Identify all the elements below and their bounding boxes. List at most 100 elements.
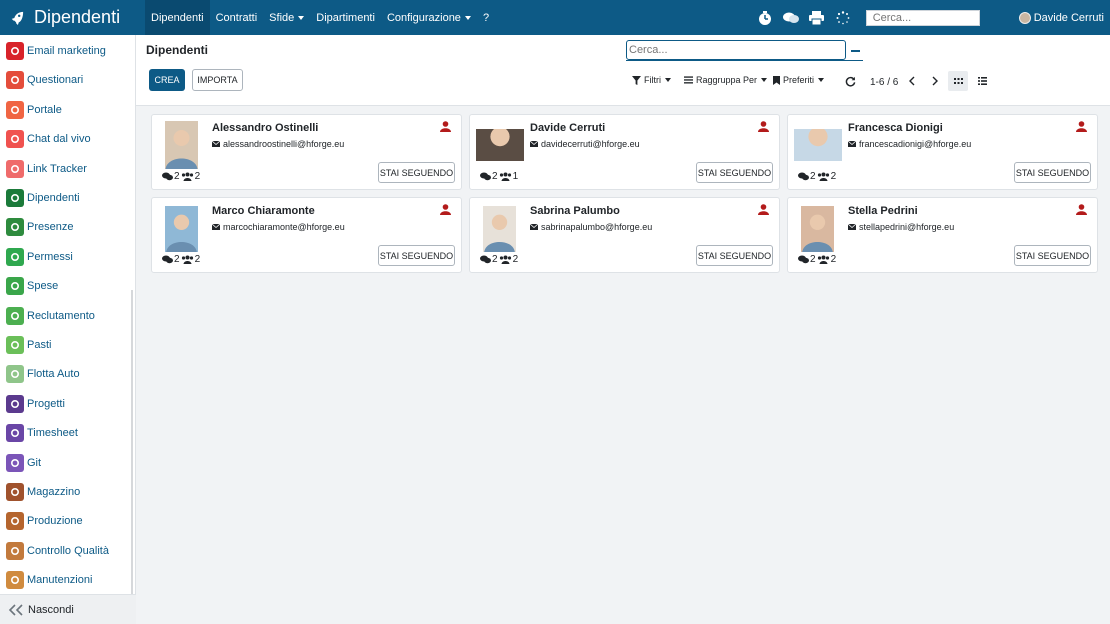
import-button[interactable]: IMPORTA [192, 69, 243, 91]
print-icon[interactable] [806, 0, 828, 35]
menu-dipendenti[interactable]: Dipendenti [145, 0, 210, 35]
followers-count: 2 [492, 254, 498, 265]
employee-card[interactable]: Stella Pedrini stellapedrini@hforge.eu STA… [787, 197, 1098, 273]
filters-dropdown[interactable]: Filtri [632, 75, 671, 85]
sidebar-item[interactable]: Dipendenti [0, 184, 133, 212]
pager-value[interactable]: 1-6 / 6 [870, 77, 898, 88]
caret-down-icon [818, 78, 825, 82]
following-button[interactable]: STAI SEGUENDO [378, 162, 455, 183]
top-search-input[interactable] [865, 9, 980, 26]
main-menu: Dipendenti Contratti Sfide Dipartimenti … [145, 0, 495, 35]
menu-sfide[interactable]: Sfide [263, 0, 310, 35]
menu-dipartimenti[interactable]: Dipartimenti [310, 0, 381, 35]
sidebar-item-label: Manutenzioni [27, 574, 93, 587]
sidebar-item-label: Reclutamento [27, 309, 95, 322]
sidebar-item-label: Dipendenti [27, 192, 80, 204]
chevron-right-icon [932, 76, 938, 86]
employee-name: Alessandro Ostinelli [212, 122, 319, 134]
pager-next-button[interactable] [925, 71, 945, 91]
search-collapse-icon[interactable] [851, 50, 860, 52]
car-icon [6, 365, 24, 384]
user-presence-icon [440, 121, 451, 132]
sidebar-item-label: Presenze [27, 221, 74, 234]
sidebar-item[interactable]: Timesheet [0, 419, 133, 447]
caret-down-icon [761, 78, 768, 82]
following-button[interactable]: STAI SEGUENDO [696, 162, 773, 183]
cutlery-icon [6, 336, 24, 354]
comments-icon [480, 255, 491, 264]
sidebar-item[interactable]: Controllo Qualità [0, 537, 133, 565]
employee-card[interactable]: Marco Chiaramonte marcochiaramonte@hforge… [151, 197, 462, 273]
pager-previous-button[interactable] [902, 71, 922, 91]
cube-icon [6, 483, 24, 501]
sidebar-item-label: Spese [27, 280, 59, 293]
sidebar-item[interactable]: Portale [0, 96, 133, 124]
user-menu[interactable]: Davide Cerruti [1018, 11, 1104, 24]
paper-plane-icon [6, 42, 24, 60]
sidebar-item-label: Magazzino [27, 486, 81, 498]
followers-count: 2 [810, 254, 816, 265]
user-presence-icon [758, 121, 769, 132]
wrench-icon [6, 512, 24, 531]
app-switcher[interactable]: Dipendenti [0, 0, 145, 35]
kanban-view-button[interactable] [948, 71, 968, 91]
sidebar-scrollbar[interactable] [131, 290, 133, 595]
sidebar-item[interactable]: Magazzino [0, 478, 133, 506]
sidebar-item-label: Produzione [27, 515, 83, 528]
employee-stats: 22 [798, 171, 837, 182]
user-presence-icon [1076, 121, 1087, 132]
employee-card[interactable]: Davide Cerruti davidecerruti@hforge.eu STA… [469, 114, 780, 190]
sidebar-item[interactable]: Manutenzioni [0, 566, 133, 594]
employee-email-row: sabrinapalumbo@hforge.eu [530, 222, 652, 232]
sidebar-item[interactable]: Pasti [0, 331, 133, 359]
sidebar-item[interactable]: Progetti [0, 390, 133, 418]
employee-card[interactable]: Alessandro Ostinelli alessandroostinelli@… [151, 114, 462, 190]
menu-contratti[interactable]: Contratti [210, 0, 264, 35]
employee-card[interactable]: Sabrina Palumbo sabrinapalumbo@hforge.eu S… [469, 197, 780, 273]
groupby-dropdown[interactable]: Raggruppa Per [684, 75, 768, 85]
sidebar-item[interactable]: Flotta Auto [0, 360, 133, 388]
team-icon [181, 172, 193, 181]
following-count: 2 [830, 254, 837, 265]
sidebar-item[interactable]: Email marketing [0, 37, 133, 65]
sidebar-item[interactable]: Produzione [0, 507, 133, 535]
loading-spinner-icon [832, 0, 854, 35]
circle-notch-icon [6, 247, 24, 266]
followers-count: 2 [492, 171, 498, 182]
create-button[interactable]: CREA [149, 69, 185, 91]
sidebar-item[interactable]: Reclutamento [0, 302, 133, 330]
following-count: 2 [194, 254, 201, 265]
sidebar-hide-button[interactable]: Nascondi [0, 594, 136, 624]
sidebar-item-label: Link Tracker [27, 162, 87, 175]
discuss-chat-icon[interactable] [780, 0, 802, 35]
quality-icon [6, 541, 24, 560]
sidebar-item[interactable]: Chat dal vivo [0, 125, 133, 153]
following-button[interactable]: STAI SEGUENDO [378, 245, 455, 266]
following-button[interactable]: STAI SEGUENDO [1014, 245, 1091, 266]
employee-name: Sabrina Palumbo [530, 205, 620, 217]
clock-icon [6, 424, 24, 443]
following-button[interactable]: STAI SEGUENDO [696, 245, 773, 266]
refresh-button[interactable] [840, 71, 860, 91]
list-view-button[interactable] [972, 71, 992, 91]
search-input[interactable] [626, 40, 846, 60]
envelope-icon [212, 141, 220, 147]
activity-clock-icon[interactable] [754, 0, 776, 35]
employee-card[interactable]: Francesca Dionigi francescadionigi@hforge… [787, 114, 1098, 190]
following-button[interactable]: STAI SEGUENDO [1014, 162, 1091, 183]
following-count: 2 [512, 254, 519, 265]
sidebar-item-label: Progetti [27, 397, 65, 410]
sidebar-item[interactable]: Link Tracker [0, 155, 133, 183]
sidebar-item[interactable]: Spese [0, 272, 133, 300]
sidebar-item[interactable]: Presenze [0, 213, 133, 241]
menu-configurazione[interactable]: Configurazione [381, 0, 477, 35]
favorites-dropdown[interactable]: Preferiti [773, 75, 825, 85]
employee-name: Davide Cerruti [530, 122, 606, 134]
menu-help[interactable]: ? [477, 0, 495, 35]
sidebar-item[interactable]: Permessi [0, 243, 133, 271]
sidebar-item[interactable]: Git [0, 449, 133, 477]
sidebar-item[interactable]: Questionari [0, 66, 133, 94]
employee-stats: 22 [480, 254, 519, 265]
chevron-left-icon [909, 76, 915, 86]
team-icon [817, 255, 829, 264]
